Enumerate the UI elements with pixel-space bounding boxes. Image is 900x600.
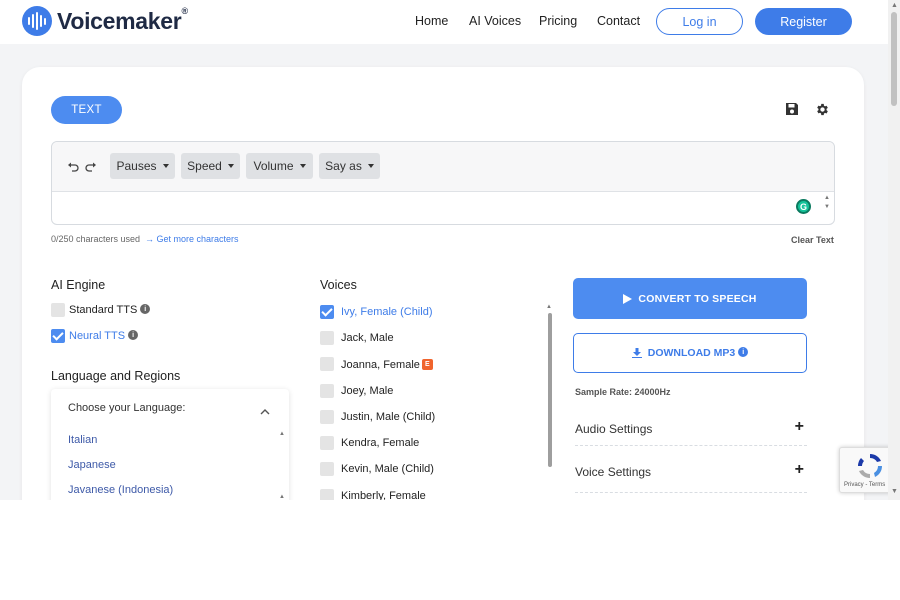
editor-toolbar: Pauses Speed Volume Say as <box>52 142 834 192</box>
undo-icon[interactable] <box>64 158 82 176</box>
plus-icon: + <box>794 418 804 435</box>
speed-label: Speed <box>187 159 222 173</box>
arrow-right-icon: → <box>145 234 157 244</box>
language-selector[interactable]: Choose your Language: Italian Japanese J… <box>51 389 289 500</box>
neural-tts-label: Neural TTS i <box>69 330 139 342</box>
voice-settings-label: Voice Settings <box>575 465 652 479</box>
say-as-label: Say as <box>325 159 362 173</box>
chars-used: 0/250 characters used <box>51 234 141 244</box>
download-mp3-button[interactable]: DOWNLOAD MP3 i <box>573 333 807 373</box>
standard-tts-label: Standard TTS i <box>69 304 151 316</box>
voice-label: Kendra, Female <box>341 437 420 449</box>
caret-down-icon <box>367 164 374 168</box>
language-option[interactable]: Japanese <box>68 459 116 471</box>
nav-ai-voices[interactable]: AI Voices <box>469 14 521 28</box>
language-title: Language and Regions <box>51 369 181 383</box>
info-icon[interactable]: i <box>738 347 749 357</box>
waveform-icon <box>22 6 52 36</box>
scroll-up-icon[interactable]: ▲ <box>891 2 898 9</box>
tab-text[interactable]: TEXT <box>51 96 122 124</box>
plus-icon: + <box>794 461 804 478</box>
voice-checkbox[interactable] <box>320 410 334 424</box>
recaptcha-links[interactable]: Privacy - Terms <box>844 482 885 488</box>
register-button[interactable]: Register <box>755 8 852 35</box>
voice-settings-accordion[interactable]: Voice Settings + <box>575 459 807 493</box>
play-icon <box>623 293 633 304</box>
scrollbar-thumb[interactable] <box>891 12 897 106</box>
nav-pricing[interactable]: Pricing <box>539 14 577 28</box>
blank-area <box>0 500 900 600</box>
audio-settings-label: Audio Settings <box>575 422 653 436</box>
gear-icon[interactable] <box>813 100 831 118</box>
voice-label: Joanna, Female E <box>341 358 433 371</box>
ai-engine-title: AI Engine <box>51 278 106 292</box>
brand-name: Voicemaker® <box>57 5 188 34</box>
language-placeholder: Choose your Language: <box>68 402 186 414</box>
volume-label: Volume <box>253 159 294 173</box>
caret-down-icon <box>162 164 169 168</box>
voice-label: Joey, Male <box>341 385 394 397</box>
brand-logo[interactable]: Voicemaker® <box>22 6 188 36</box>
caret-down-icon <box>299 164 306 168</box>
voice-label: Jack, Male <box>341 332 394 344</box>
scroll-down-icon[interactable]: ▼ <box>891 488 898 495</box>
standard-tts-checkbox[interactable] <box>51 303 65 317</box>
voice-checkbox[interactable] <box>320 331 334 345</box>
voice-checkbox[interactable] <box>320 462 334 476</box>
pauses-dropdown[interactable]: Pauses <box>110 153 175 179</box>
say-as-dropdown[interactable]: Say as <box>319 153 380 179</box>
voice-label: Kevin, Male (Child) <box>341 463 434 475</box>
voice-checkbox[interactable] <box>320 436 334 450</box>
voice-label: Ivy, Female (Child) <box>341 306 433 318</box>
nav-contact[interactable]: Contact <box>597 14 640 28</box>
pauses-label: Pauses <box>116 159 157 173</box>
viewport: Voicemaker® Home AI Voices Pricing Conta… <box>0 0 900 500</box>
voice-checkbox[interactable] <box>320 489 334 500</box>
page-scrollbar[interactable]: ▲ ▼ <box>888 0 900 500</box>
save-icon[interactable] <box>783 100 801 118</box>
info-icon[interactable]: i <box>140 304 151 315</box>
neural-tts-checkbox[interactable] <box>51 329 65 343</box>
get-more-chars-link[interactable]: → Get more characters <box>145 234 239 244</box>
recaptcha-icon <box>857 453 883 479</box>
login-button[interactable]: Log in <box>656 8 743 35</box>
language-option[interactable]: Javanese (Indonesia) <box>68 484 173 496</box>
voice-checkbox[interactable] <box>320 384 334 398</box>
nav-home[interactable]: Home <box>415 14 448 28</box>
audio-settings-accordion[interactable]: Audio Settings + <box>575 416 807 446</box>
editor-scrollbar[interactable]: ▲ ▼ <box>824 194 830 212</box>
engine-badge: E <box>421 358 433 370</box>
scroll-up-icon[interactable]: ▲ <box>279 431 285 437</box>
grammarly-icon[interactable]: G <box>796 199 811 214</box>
text-editor[interactable]: Pauses Speed Volume Say as G ▲ ▼ <box>51 141 835 225</box>
info-icon[interactable]: i <box>128 330 139 341</box>
download-icon <box>631 348 642 358</box>
voices-title: Voices <box>320 278 357 292</box>
voice-label: Justin, Male (Child) <box>341 411 436 423</box>
speed-dropdown[interactable]: Speed <box>181 153 240 179</box>
site-header: Voicemaker® Home AI Voices Pricing Conta… <box>0 0 888 44</box>
volume-dropdown[interactable]: Volume <box>246 153 313 179</box>
redo-icon[interactable] <box>82 158 100 176</box>
scroll-up-icon[interactable]: ▲ <box>546 304 552 310</box>
voices-scrollbar[interactable] <box>548 313 552 467</box>
convert-to-speech-button[interactable]: CONVERT TO SPEECH <box>573 278 807 319</box>
voice-checkbox[interactable] <box>320 357 334 371</box>
language-option[interactable]: Italian <box>68 434 97 446</box>
voice-label: Kimberly, Female <box>341 490 426 500</box>
chevron-up-icon[interactable] <box>260 403 270 421</box>
voice-checkbox[interactable] <box>320 305 334 319</box>
caret-down-icon <box>227 164 234 168</box>
sample-rate: Sample Rate: 24000Hz <box>575 387 671 397</box>
clear-text-button[interactable]: Clear Text <box>791 235 834 245</box>
